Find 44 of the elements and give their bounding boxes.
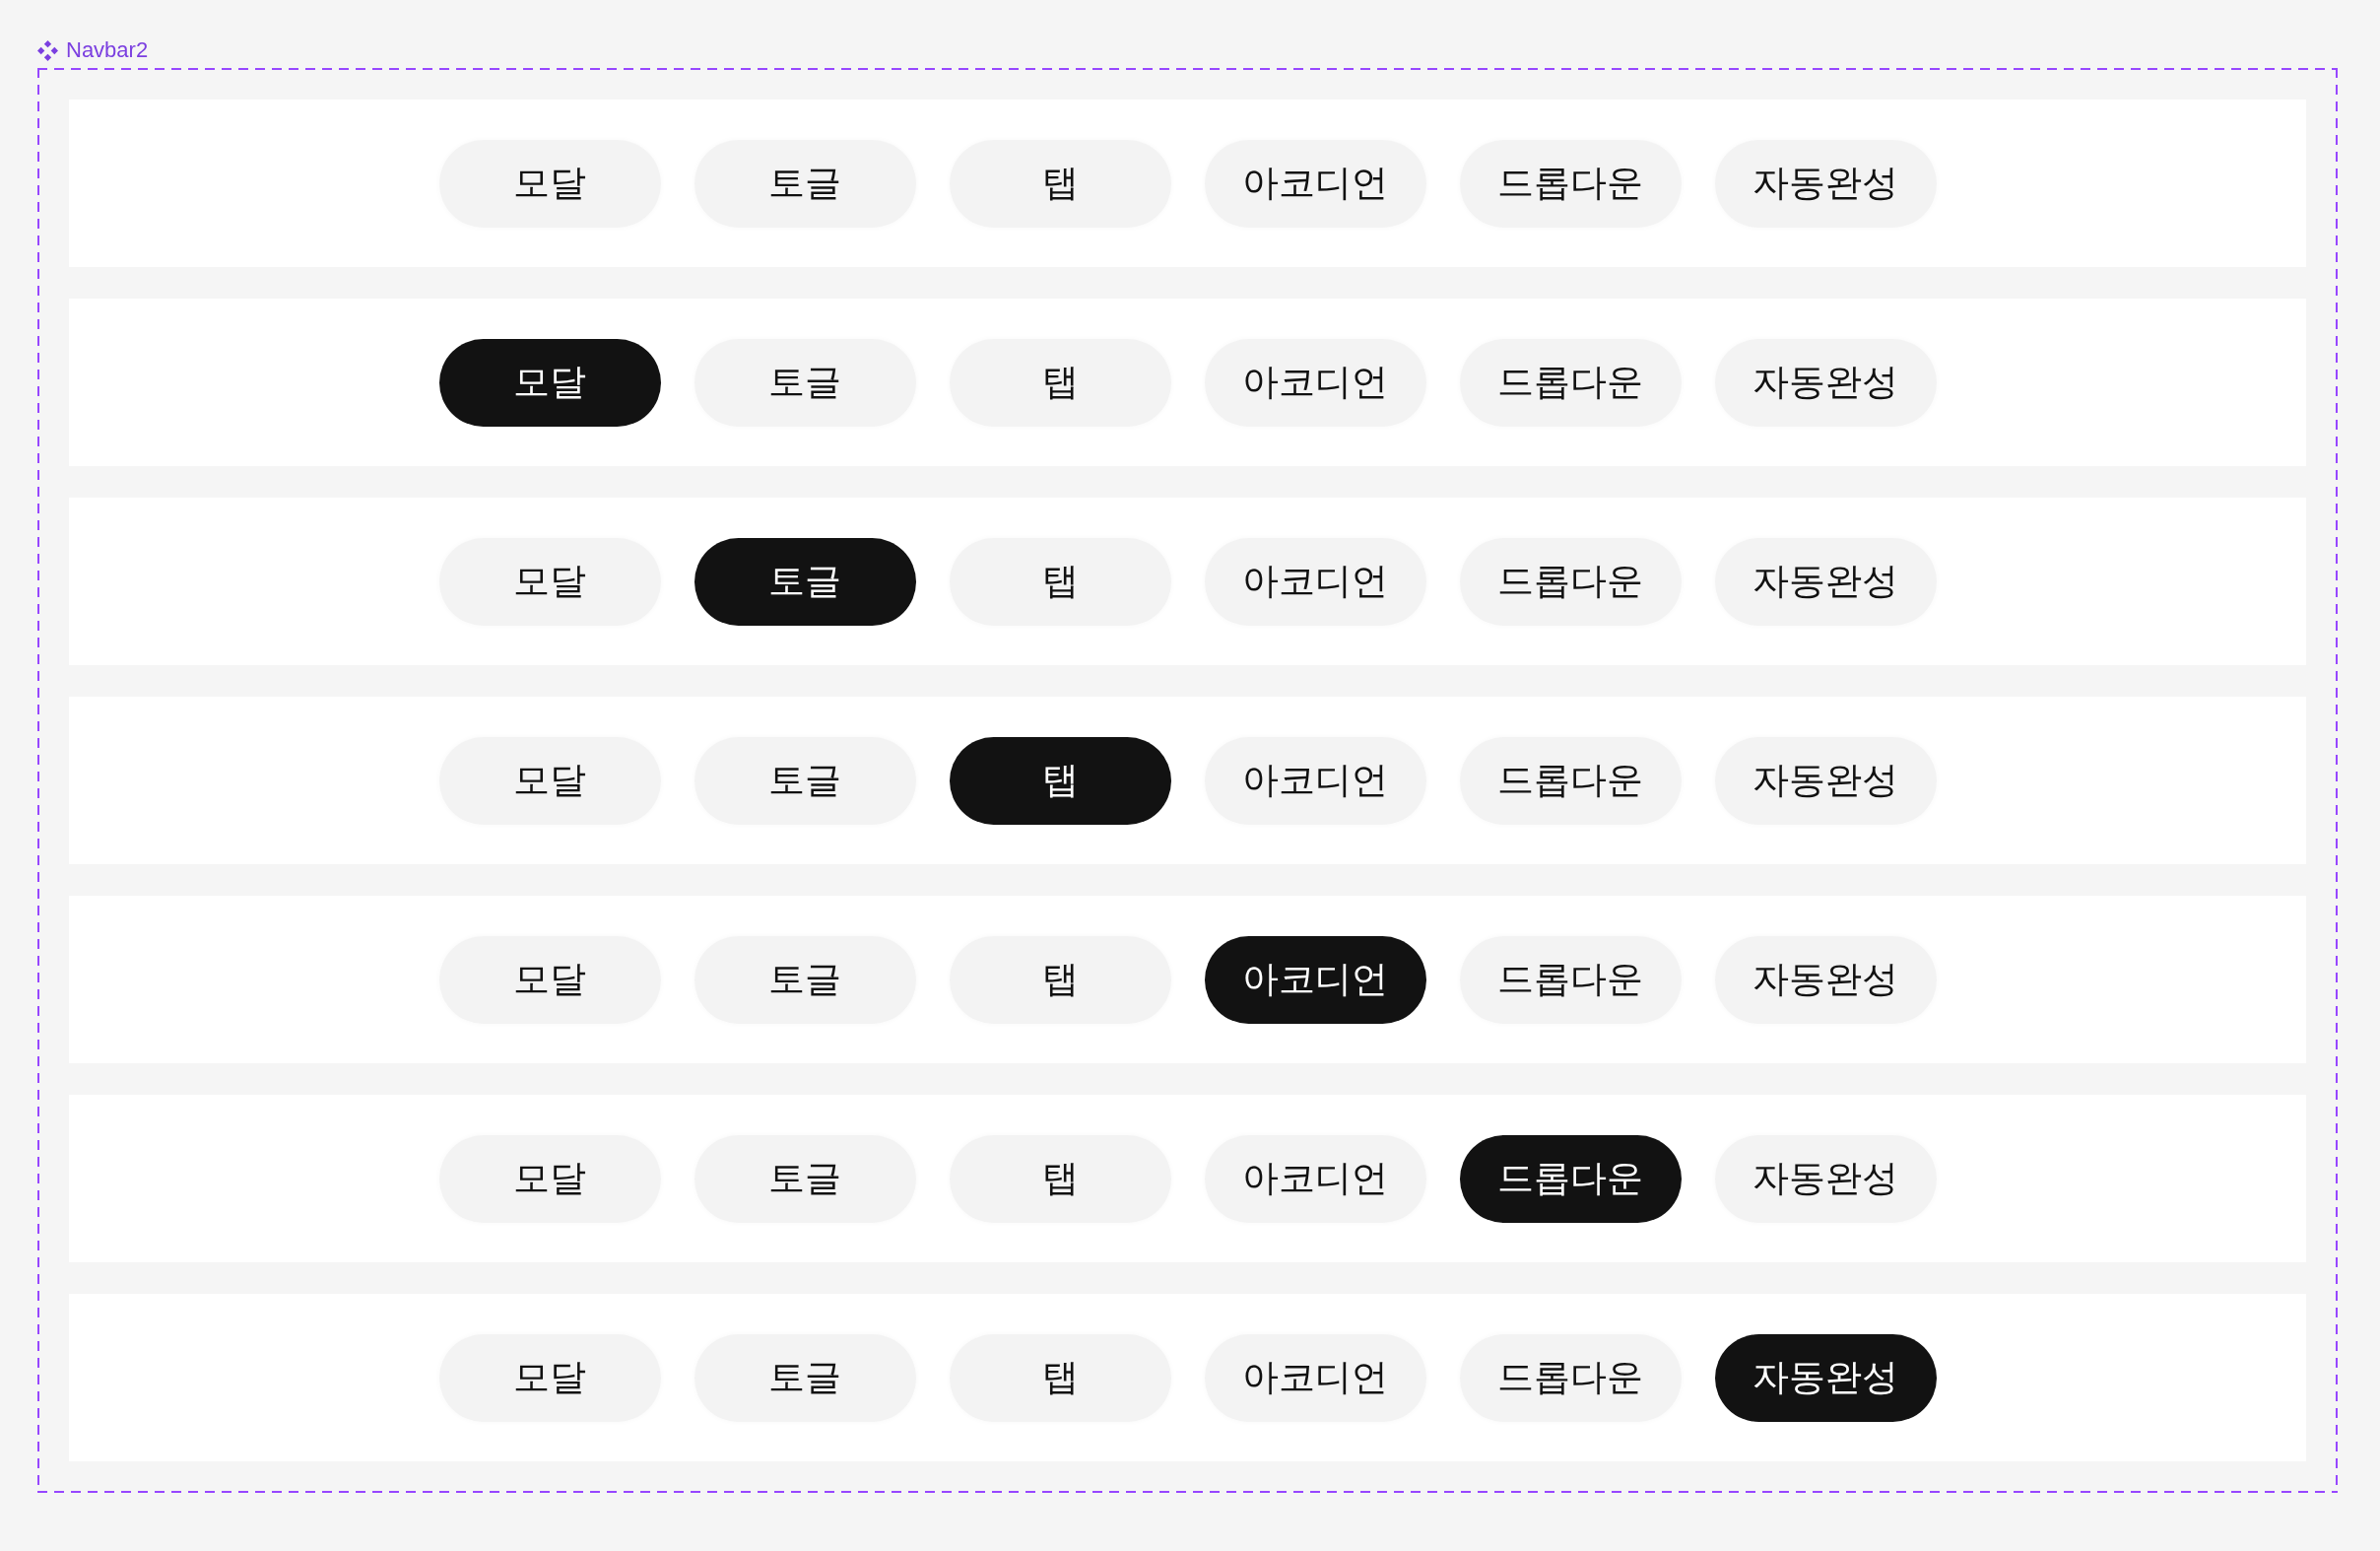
- nav-pill[interactable]: 모달: [438, 1333, 661, 1422]
- nav-pill[interactable]: 아코디언: [1204, 1333, 1426, 1422]
- nav-pill[interactable]: 탭: [949, 935, 1171, 1024]
- nav-pill[interactable]: 자동완성: [1714, 338, 1937, 427]
- nav-pill[interactable]: 자동완성: [1714, 139, 1937, 228]
- nav-pill[interactable]: 탭: [949, 139, 1171, 228]
- nav-pill[interactable]: 자동완성: [1714, 1333, 1937, 1422]
- nav-pill[interactable]: 탭: [949, 736, 1171, 825]
- nav-pill[interactable]: 드롭다운: [1459, 1134, 1682, 1223]
- nav-pill[interactable]: 아코디언: [1204, 338, 1426, 427]
- nav-pill[interactable]: 드롭다운: [1459, 736, 1682, 825]
- nav-pill[interactable]: 탭: [949, 1333, 1171, 1422]
- nav-pill[interactable]: 자동완성: [1714, 935, 1937, 1024]
- nav-pill[interactable]: 아코디언: [1204, 139, 1426, 228]
- nav-pill[interactable]: 자동완성: [1714, 537, 1937, 626]
- component-icon: [37, 39, 58, 61]
- nav-pill[interactable]: 토글: [694, 537, 916, 626]
- nav-pill[interactable]: 자동완성: [1714, 736, 1937, 825]
- nav-pill[interactable]: 아코디언: [1204, 736, 1426, 825]
- nav-pill[interactable]: 탭: [949, 1134, 1171, 1223]
- nav-pill[interactable]: 모달: [438, 537, 661, 626]
- nav-pill[interactable]: 드롭다운: [1459, 935, 1682, 1024]
- nav-pill[interactable]: 드롭다운: [1459, 139, 1682, 228]
- nav-pill[interactable]: 탭: [949, 537, 1171, 626]
- nav-pill[interactable]: 드롭다운: [1459, 537, 1682, 626]
- nav-pill[interactable]: 모달: [438, 338, 661, 427]
- nav-pill[interactable]: 토글: [694, 736, 916, 825]
- nav-pill[interactable]: 자동완성: [1714, 1134, 1937, 1223]
- nav-pill[interactable]: 아코디언: [1204, 537, 1426, 626]
- nav-pill[interactable]: 토글: [694, 139, 916, 228]
- nav-pill[interactable]: 모달: [438, 1134, 661, 1223]
- nav-pill[interactable]: 토글: [694, 1134, 916, 1223]
- nav-pill[interactable]: 토글: [694, 1333, 916, 1422]
- nav-pill[interactable]: 모달: [438, 935, 661, 1024]
- nav-pill[interactable]: 토글: [694, 338, 916, 427]
- frame-label: Navbar2: [66, 38, 149, 62]
- nav-pill[interactable]: 모달: [438, 736, 661, 825]
- nav-pill[interactable]: 탭: [949, 338, 1171, 427]
- nav-pill[interactable]: 드롭다운: [1459, 1333, 1682, 1422]
- nav-pill[interactable]: 모달: [438, 139, 661, 228]
- nav-pill[interactable]: 아코디언: [1204, 935, 1426, 1024]
- nav-pill[interactable]: 아코디언: [1204, 1134, 1426, 1223]
- nav-pill[interactable]: 드롭다운: [1459, 338, 1682, 427]
- nav-pill[interactable]: 토글: [694, 935, 916, 1024]
